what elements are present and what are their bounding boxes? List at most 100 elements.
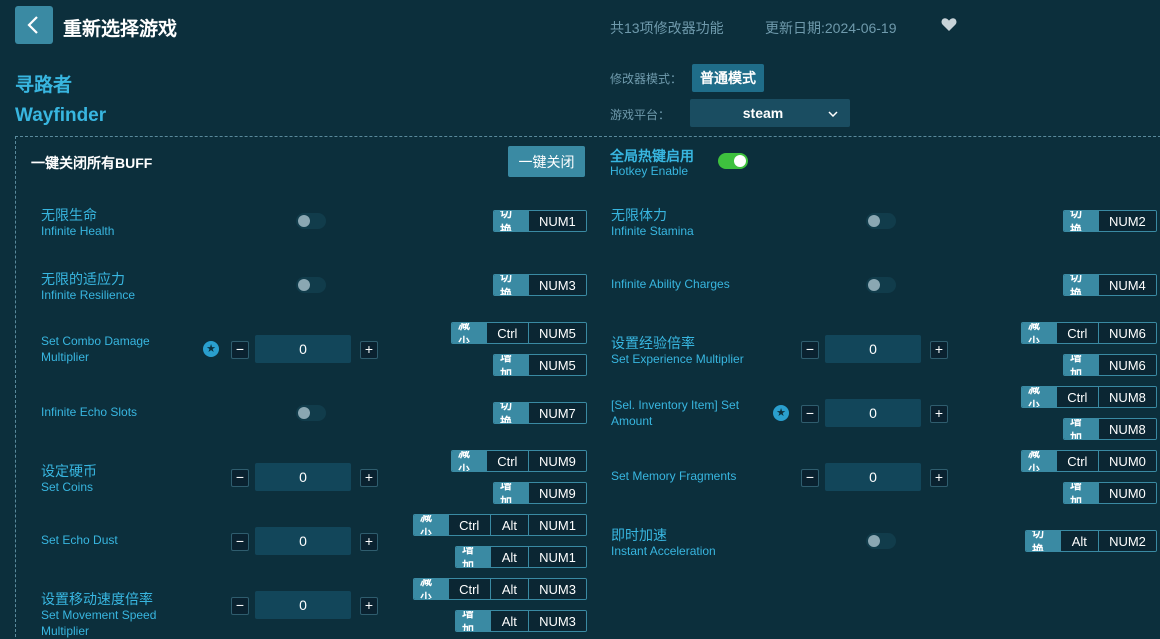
feature-toggle[interactable] <box>296 277 326 293</box>
mode-button[interactable]: 普通模式 <box>692 64 764 92</box>
mode-label: 修改器模式： <box>610 72 683 86</box>
hotkey-action-tag: 切换 <box>1026 531 1060 551</box>
hotkey-group[interactable]: 切换 NUM4 <box>1063 274 1157 296</box>
hotkey-key: NUM8 <box>1097 387 1156 407</box>
hotkey-key: NUM9 <box>527 451 586 471</box>
close-all-label: 一键关闭所有BUFF <box>31 155 153 171</box>
hotkey-key: Alt <box>489 611 528 631</box>
hotkey-group[interactable]: 增加 Alt NUM3 <box>455 610 587 632</box>
hotkey-action-tag: 减少 <box>1022 387 1056 407</box>
heart-icon <box>941 18 957 31</box>
item-name-cn: 设定硬币 <box>41 463 97 479</box>
hotkey-key: NUM0 <box>1097 451 1156 471</box>
hotkey-group[interactable]: 增加 NUM6 <box>1063 354 1157 376</box>
increase-button[interactable]: + <box>930 405 948 423</box>
hotkey-group[interactable]: 减少 Ctrl NUM8 <box>1021 386 1157 408</box>
hotkey-group[interactable]: 增加 Alt NUM1 <box>455 546 587 568</box>
hotkey-action-tag: 切换 <box>1064 275 1098 295</box>
star-icon[interactable]: ★ <box>773 405 789 421</box>
item-name-cn: 设置移动速度倍率 <box>41 591 153 607</box>
hotkey-action-tag: 切换 <box>494 403 528 423</box>
hotkey-key: NUM1 <box>527 211 586 231</box>
decrease-button[interactable]: − <box>231 469 249 487</box>
increase-button[interactable]: + <box>930 469 948 487</box>
hotkey-key: NUM0 <box>1097 483 1156 503</box>
increase-button[interactable]: + <box>360 341 378 359</box>
hotkey-group[interactable]: 切换 NUM3 <box>493 274 587 296</box>
increase-button[interactable]: + <box>360 533 378 551</box>
toggle-knob <box>298 279 310 291</box>
decrease-button[interactable]: − <box>231 341 249 359</box>
hotkey-group[interactable]: 切换 NUM1 <box>493 210 587 232</box>
hotkey-key: NUM2 <box>1097 531 1156 551</box>
value-input[interactable]: 0 <box>255 591 351 619</box>
decrease-button[interactable]: − <box>231 533 249 551</box>
hotkey-group[interactable]: 减少 Ctrl NUM5 <box>451 322 587 344</box>
back-button[interactable] <box>15 6 53 44</box>
hotkey-key: Alt <box>489 515 529 535</box>
feature-toggle[interactable] <box>866 277 896 293</box>
hotkey-action-tag: 增加 <box>494 483 528 503</box>
hotkey-group[interactable]: 减少 Ctrl NUM0 <box>1021 450 1157 472</box>
feature-count: 共13项修改器功能 <box>610 20 724 36</box>
item-name-en: Set Movement Speed Multiplier <box>41 608 157 638</box>
platform-select[interactable]: steam <box>690 99 850 127</box>
feature-toggle[interactable] <box>866 213 896 229</box>
value-input[interactable]: 0 <box>255 335 351 363</box>
feature-toggle[interactable] <box>296 405 326 421</box>
item-name-cn: 无限体力 <box>611 207 667 223</box>
hotkey-action-tag: 减少 <box>452 451 486 471</box>
hotkey-key: NUM1 <box>527 547 586 567</box>
value-input[interactable]: 0 <box>825 463 921 491</box>
platform-label: 游戏平台： <box>610 108 671 122</box>
close-all-button[interactable]: 一键关闭 <box>508 146 585 177</box>
increase-button[interactable]: + <box>360 469 378 487</box>
item-name-en: Set Experience Multiplier <box>611 352 744 366</box>
increase-button[interactable]: + <box>360 597 378 615</box>
item-name-en: Infinite Stamina <box>611 224 694 238</box>
chevron-down-icon <box>828 111 838 117</box>
feature-toggle[interactable] <box>296 213 326 229</box>
hotkey-key: NUM5 <box>527 323 586 343</box>
value-input[interactable]: 0 <box>255 463 351 491</box>
hotkey-group[interactable]: 减少 Ctrl NUM9 <box>451 450 587 472</box>
decrease-button[interactable]: − <box>801 405 819 423</box>
hotkey-action-tag: 减少 <box>414 579 448 599</box>
increase-button[interactable]: + <box>930 341 948 359</box>
decrease-button[interactable]: − <box>801 341 819 359</box>
hotkey-group[interactable]: 增加 NUM8 <box>1063 418 1157 440</box>
hotkey-action-tag: 增加 <box>456 547 490 567</box>
item-name-cn: 无限生命 <box>41 207 97 223</box>
hotkey-key: NUM6 <box>1097 355 1156 375</box>
hotkey-group[interactable]: 增加 NUM0 <box>1063 482 1157 504</box>
hotkey-key: NUM4 <box>1097 275 1156 295</box>
value-input[interactable]: 0 <box>825 335 921 363</box>
hotkey-key: Ctrl <box>485 451 528 471</box>
toggle-knob <box>868 215 880 227</box>
hotkey-group[interactable]: 增加 NUM5 <box>493 354 587 376</box>
hotkey-key: Ctrl <box>485 323 528 343</box>
decrease-button[interactable]: − <box>231 597 249 615</box>
decrease-button[interactable]: − <box>801 469 819 487</box>
hotkey-group[interactable]: 减少 Ctrl Alt NUM3 <box>413 578 587 600</box>
hotkey-key: NUM8 <box>1097 419 1156 439</box>
hotkey-group[interactable]: 切换 NUM2 <box>1063 210 1157 232</box>
value-input[interactable]: 0 <box>825 399 921 427</box>
hotkey-action-tag: 增加 <box>1064 419 1098 439</box>
feature-toggle[interactable] <box>866 533 896 549</box>
hotkey-group[interactable]: 切换 Alt NUM2 <box>1025 530 1157 552</box>
item-name-en: Set Memory Fragments <box>611 469 737 483</box>
hotkey-group[interactable]: 减少 Ctrl NUM6 <box>1021 322 1157 344</box>
item-name-cn: 设置经验倍率 <box>611 335 695 351</box>
game-name-cn: 寻路者 <box>15 75 73 96</box>
toggle-knob <box>298 215 310 227</box>
favorite-button[interactable] <box>941 17 959 33</box>
star-icon[interactable]: ★ <box>203 341 219 357</box>
hotkey-key: NUM3 <box>527 275 586 295</box>
platform-value: steam <box>742 105 784 121</box>
hotkey-group[interactable]: 减少 Ctrl Alt NUM1 <box>413 514 587 536</box>
hotkey-toggle[interactable] <box>718 153 748 169</box>
value-input[interactable]: 0 <box>255 527 351 555</box>
hotkey-group[interactable]: 切换 NUM7 <box>493 402 587 424</box>
hotkey-group[interactable]: 增加 NUM9 <box>493 482 587 504</box>
